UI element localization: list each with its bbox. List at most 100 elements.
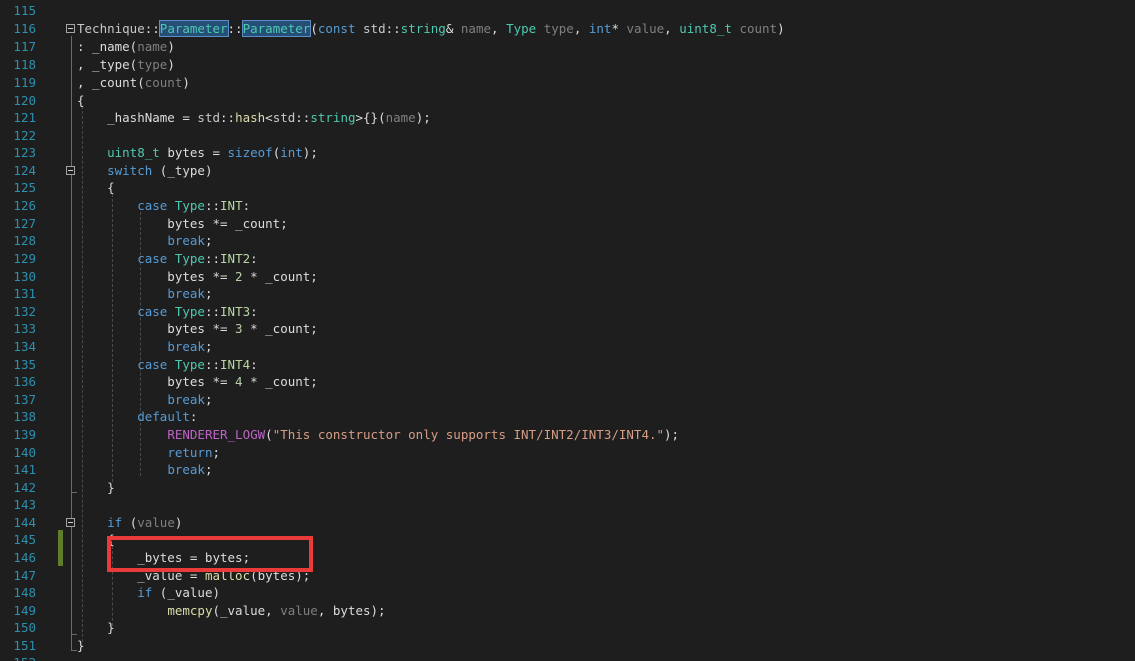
code-text: case Type::INT4: <box>137 357 258 372</box>
line-number: 144 <box>13 515 36 530</box>
code-text: if (value) <box>107 515 183 530</box>
code-text: bytes *= _count; <box>77 216 288 231</box>
code-text: } <box>77 620 115 635</box>
code-line[interactable]: 148 if (_value) <box>0 584 1135 602</box>
code-line[interactable]: 115 <box>0 2 1135 20</box>
code-line[interactable]: 151 } <box>0 637 1135 655</box>
code-line[interactable]: 130 bytes *= 2 * _count; <box>0 268 1135 286</box>
code-text: bytes *= 2 * _count; <box>77 269 318 284</box>
code-line[interactable]: 150 } <box>0 619 1135 637</box>
code-text: break; <box>167 392 213 407</box>
line-number: 132 <box>13 304 36 319</box>
annotation-highlight-box <box>107 536 313 572</box>
collapse-minus-icon[interactable] <box>66 24 75 33</box>
line-number: 152 <box>0 654 36 661</box>
line-number: 129 <box>13 251 36 266</box>
code-text: } <box>77 638 85 653</box>
code-line[interactable]: 144 if (value) <box>0 514 1135 532</box>
line-number: 123 <box>13 145 36 160</box>
line-number: 119 <box>13 75 36 90</box>
line-number: 146 <box>13 550 36 565</box>
code-text: break; <box>167 462 213 477</box>
code-line[interactable]: 139 RENDERER_LOGW("This constructor only… <box>0 426 1135 444</box>
code-line[interactable]: 142 } <box>0 479 1135 497</box>
code-line[interactable]: 133 bytes *= 3 * _count; <box>0 320 1135 338</box>
code-line[interactable]: 136 bytes *= 4 * _count; <box>0 373 1135 391</box>
line-number: 115 <box>13 3 36 18</box>
line-number: 131 <box>13 286 36 301</box>
line-number: 125 <box>13 180 36 195</box>
code-line[interactable]: 128 break; <box>0 232 1135 250</box>
line-number: 145 <box>13 532 36 547</box>
line-number: 139 <box>13 427 36 442</box>
code-line[interactable]: 121 _hashName = std::hash<std::string>{}… <box>0 109 1135 127</box>
code-line[interactable]: 118 , _type(type) <box>0 56 1135 74</box>
code-text: case Type::INT: <box>137 198 251 213</box>
code-text: memcpy(_value, value, bytes); <box>167 603 386 618</box>
code-text: , _type(type) <box>77 57 175 72</box>
code-line[interactable]: 116 Technique::Parameter::Parameter(cons… <box>0 20 1135 38</box>
line-number: 121 <box>13 110 36 125</box>
line-number: 133 <box>13 321 36 336</box>
line-number: 147 <box>13 568 36 583</box>
code-line[interactable]: 138 default: <box>0 408 1135 426</box>
code-line[interactable]: 137 break; <box>0 391 1135 409</box>
line-number: 116 <box>13 21 36 36</box>
line-number: 117 <box>13 39 36 54</box>
code-line[interactable]: 124 switch (_type) <box>0 162 1135 180</box>
code-text: switch (_type) <box>107 163 213 178</box>
line-number: 138 <box>13 409 36 424</box>
code-text: return; <box>167 445 220 460</box>
code-line[interactable]: 123 uint8_t bytes = sizeof(int); <box>0 144 1135 162</box>
line-number: 126 <box>13 198 36 213</box>
code-line[interactable]: 152 <box>0 654 1135 661</box>
code-line[interactable]: 127 bytes *= _count; <box>0 215 1135 233</box>
code-editor[interactable]: 115 116 Technique::Parameter::Parameter(… <box>0 0 1135 661</box>
code-line[interactable]: 125 { <box>0 179 1135 197</box>
code-line[interactable]: 120 { <box>0 92 1135 110</box>
code-line[interactable]: 126 case Type::INT: <box>0 197 1135 215</box>
line-number: 141 <box>13 462 36 477</box>
line-number: 148 <box>13 585 36 600</box>
code-line[interactable]: 149 memcpy(_value, value, bytes); <box>0 602 1135 620</box>
code-text: uint8_t bytes = sizeof(int); <box>107 145 318 160</box>
code-line[interactable]: 132 case Type::INT3: <box>0 303 1135 321</box>
highlighted-token: Parameter <box>158 20 229 37</box>
line-number: 135 <box>13 357 36 372</box>
highlighted-token: Parameter <box>241 20 312 37</box>
code-line[interactable]: 135 case Type::INT4: <box>0 356 1135 374</box>
code-line[interactable]: 119 , _count(count) <box>0 74 1135 92</box>
code-text: case Type::INT2: <box>137 251 258 266</box>
code-text: break; <box>167 286 213 301</box>
code-line[interactable]: 134 break; <box>0 338 1135 356</box>
code-text: : _name(name) <box>77 39 175 54</box>
line-number: 143 <box>13 497 36 512</box>
line-number: 140 <box>13 445 36 460</box>
code-text: break; <box>167 233 213 248</box>
line-number: 122 <box>13 128 36 143</box>
code-line[interactable]: 143 <box>0 496 1135 514</box>
code-text: bytes *= 4 * _count; <box>77 374 318 389</box>
code-text: Technique::Parameter::Parameter(const st… <box>77 20 785 37</box>
collapse-minus-icon[interactable] <box>66 518 75 527</box>
line-number: 128 <box>13 233 36 248</box>
collapse-minus-icon[interactable] <box>66 166 75 175</box>
code-text: bytes *= 3 * _count; <box>77 321 318 336</box>
code-text: RENDERER_LOGW("This constructor only sup… <box>167 427 680 442</box>
line-number: 130 <box>13 269 36 284</box>
line-number: 134 <box>13 339 36 354</box>
line-number: 120 <box>13 93 36 108</box>
code-line[interactable]: 122 <box>0 127 1135 145</box>
code-line[interactable]: 117 : _name(name) <box>0 38 1135 56</box>
code-line[interactable]: 129 case Type::INT2: <box>0 250 1135 268</box>
line-number: 151 <box>13 638 36 653</box>
code-line[interactable]: 141 break; <box>0 461 1135 479</box>
line-number: 137 <box>13 392 36 407</box>
code-text: if (_value) <box>137 585 221 600</box>
line-number: 149 <box>13 603 36 618</box>
code-text: break; <box>167 339 213 354</box>
code-text: _hashName = std::hash<std::string>{}(nam… <box>77 110 431 125</box>
code-line[interactable]: 140 return; <box>0 444 1135 462</box>
code-line[interactable]: 131 break; <box>0 285 1135 303</box>
code-text: case Type::INT3: <box>137 304 258 319</box>
